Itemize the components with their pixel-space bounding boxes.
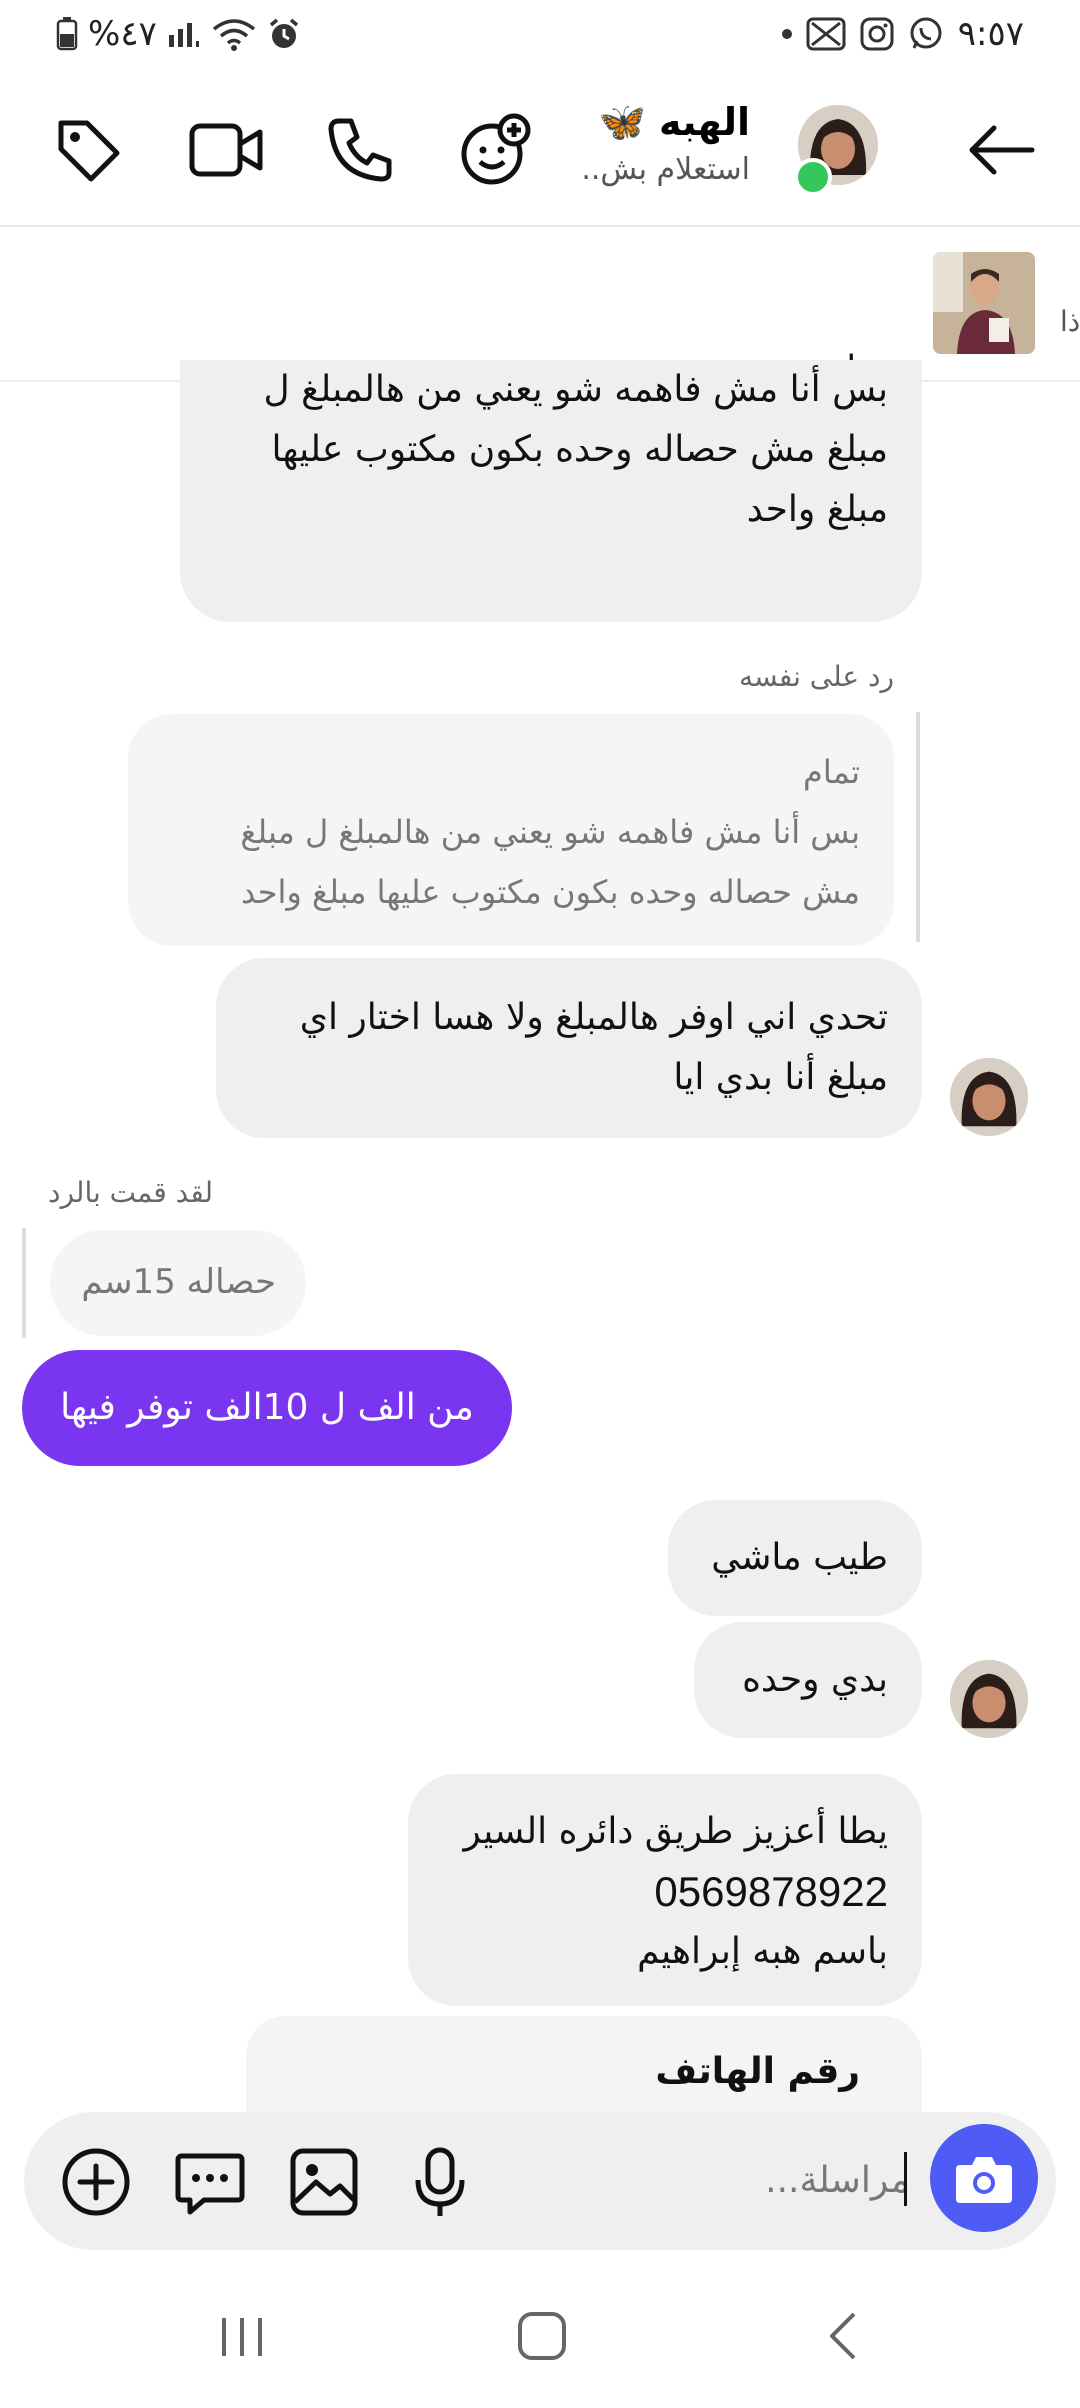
instagram-status-icon	[860, 17, 894, 51]
nav-recents-icon	[222, 2318, 262, 2356]
gallery-button[interactable]	[288, 2146, 360, 2218]
preview-edge-text: ذا	[1060, 305, 1080, 338]
message-bubble-sent[interactable]: من الف ل 10الف توفر فيها	[22, 1350, 512, 1466]
chat-header	[0, 75, 1080, 227]
quoted-message[interactable]: تمام بس أنا مش فاهمه شو يعني من هالمبلغ …	[128, 714, 894, 946]
message-bubble-received[interactable]: تمام بس أنا مش فاهمه شو يعني من هالمبلغ …	[180, 349, 922, 622]
camera-button[interactable]	[930, 2124, 1038, 2232]
text-cursor	[904, 2152, 907, 2206]
reply-quote-bar	[916, 712, 920, 942]
status-time: ٩:٥٧	[957, 14, 1024, 54]
add-button[interactable]	[60, 2146, 132, 2218]
notification-app-icon	[806, 17, 846, 51]
contact-subtitle: استعلام بش..	[581, 152, 750, 187]
quoted-line: تمام	[803, 753, 860, 791]
reply-quote-bar	[22, 1228, 26, 1338]
you-replied-label: لقد قمت بالرد	[48, 1176, 214, 1209]
message-line: تحدي اني اوفر هالمبلغ ولا هسا اختار اي	[299, 997, 888, 1038]
video-camera-icon	[189, 123, 263, 177]
battery-icon	[56, 17, 78, 51]
wifi-icon	[212, 19, 255, 51]
message-line: مبلغ أنا بدي ايا	[673, 1057, 888, 1098]
sender-avatar[interactable]	[950, 1660, 1028, 1738]
message-line: مبلغ مش حصاله وحده بكون مكتوب عليها	[271, 429, 888, 470]
reply-label: رد على نفسه	[738, 660, 894, 693]
gallery-icon	[290, 2148, 358, 2216]
message-line: تمام	[210, 340, 888, 360]
status-left-group: %٤٧	[56, 14, 301, 54]
nav-back-icon	[830, 2312, 856, 2360]
message-line: باسم هبه إبراهيم	[637, 1931, 888, 1972]
message-bubble-received[interactable]: يطا أعزيز طريق دائره السير 0569878922 با…	[408, 1774, 922, 2006]
quoted-line: بس أنا مش فاهمه شو يعني من هالمبلغ ل مبل…	[240, 813, 860, 851]
quoted-line: مش حصاله وحده بكون مكتوب عليها مبلغ واحد	[240, 873, 860, 911]
message-line: مبلغ واحد	[746, 489, 888, 530]
message-input[interactable]: مراسلة...	[520, 2146, 910, 2216]
phone-number-card[interactable]: رقم الهاتف	[246, 2016, 922, 2112]
alarm-icon	[269, 18, 298, 48]
tag-button[interactable]	[48, 110, 128, 190]
message-bubble-received[interactable]: طيب ماشي	[668, 1500, 922, 1616]
camera-icon	[956, 2157, 1012, 2203]
sticker-chat-button[interactable]	[174, 2146, 246, 2218]
mic-icon	[415, 2147, 465, 2216]
message-bubble-received[interactable]: بدي وحده	[694, 1622, 922, 1738]
nav-home-icon	[518, 2312, 566, 2360]
sender-avatar[interactable]	[950, 1058, 1028, 1136]
shared-post-thumbnail[interactable]	[933, 252, 1035, 354]
voice-call-button[interactable]	[320, 110, 400, 190]
battery-percent: %٤٧	[88, 14, 157, 54]
video-call-button[interactable]	[186, 110, 266, 190]
online-status-dot	[794, 158, 832, 196]
status-right-group: ٩:٥٧	[781, 14, 1024, 54]
phone-icon	[328, 118, 392, 182]
plus-icon	[62, 2148, 130, 2216]
message-bubble-received[interactable]: تحدي اني اوفر هالمبلغ ولا هسا اختار اي م…	[216, 958, 922, 1138]
message-line: بس أنا مش فاهمه شو يعني من هالمبلغ ل	[263, 369, 888, 410]
back-button[interactable]	[962, 110, 1042, 190]
sticker-add-button[interactable]	[456, 110, 536, 190]
nav-recents-button[interactable]	[214, 2314, 270, 2360]
contact-name[interactable]: الهبه ⁦🦋⁩	[599, 100, 751, 145]
voice-message-button[interactable]	[404, 2146, 476, 2218]
status-bar: %٤٧ ٩:٥٧	[0, 0, 1080, 75]
sticker-chat-icon	[175, 2153, 245, 2215]
message-phone-number[interactable]: 0569878922	[438, 1862, 888, 1922]
quoted-message[interactable]: حصاله 15سم	[50, 1230, 306, 1336]
signal-icon	[168, 23, 199, 47]
whatsapp-status-icon	[910, 17, 942, 49]
tag-icon	[58, 120, 120, 182]
sticker-add-icon	[461, 113, 531, 185]
nav-back-button[interactable]	[822, 2310, 866, 2362]
dot-icon	[781, 29, 792, 39]
message-line: يطا أعزيز طريق دائره السير	[463, 1811, 888, 1852]
back-arrow-icon	[969, 125, 1035, 175]
nav-home-button[interactable]	[516, 2310, 568, 2362]
